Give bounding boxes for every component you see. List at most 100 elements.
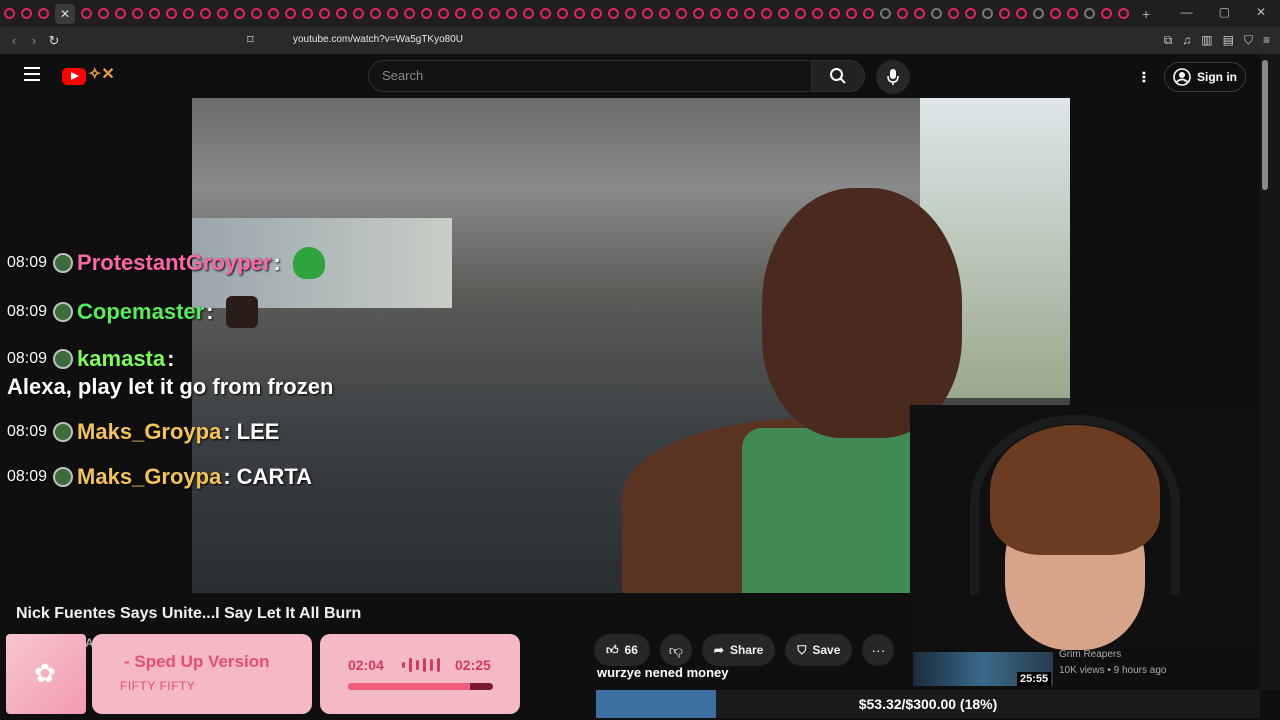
- menu-icon[interactable]: ≡: [1263, 33, 1270, 48]
- browser-tab[interactable]: [370, 8, 381, 19]
- browser-tab[interactable]: [1050, 8, 1061, 19]
- maximize-icon[interactable]: ▢: [1219, 5, 1230, 19]
- extensions-icon[interactable]: ⧉: [1164, 33, 1173, 48]
- like-button[interactable]: 👍︎ 66: [594, 634, 650, 666]
- browser-tab[interactable]: [914, 8, 925, 19]
- dislike-button[interactable]: 👎︎: [659, 634, 692, 666]
- browser-tab[interactable]: [863, 8, 874, 19]
- browser-tab[interactable]: [523, 8, 534, 19]
- browser-tab[interactable]: [846, 8, 857, 19]
- browser-tab[interactable]: [574, 8, 585, 19]
- browser-tab[interactable]: [812, 8, 823, 19]
- browser-tab[interactable]: [1016, 8, 1027, 19]
- browser-tab[interactable]: [744, 8, 755, 19]
- browser-tab[interactable]: [676, 8, 687, 19]
- browser-tab[interactable]: [455, 8, 466, 19]
- shield-icon[interactable]: ⛉: [1244, 33, 1253, 48]
- browser-tab[interactable]: [931, 8, 942, 19]
- browser-tab[interactable]: [183, 8, 194, 19]
- scrollbar-thumb[interactable]: [1262, 60, 1268, 190]
- browser-tab[interactable]: [336, 8, 347, 19]
- minimize-icon[interactable]: —: [1181, 5, 1193, 19]
- browser-tab[interactable]: [948, 8, 959, 19]
- browser-tab[interactable]: [115, 8, 126, 19]
- browser-tab[interactable]: [591, 8, 602, 19]
- browser-tab[interactable]: [319, 8, 330, 19]
- browser-tab[interactable]: [659, 8, 670, 19]
- chat-username[interactable]: ProtestantGroyper: [77, 249, 271, 277]
- more-options-icon[interactable]: ···: [1132, 71, 1153, 83]
- sign-in-button[interactable]: Sign in: [1164, 62, 1246, 92]
- browser-tab[interactable]: [98, 8, 109, 19]
- forward-icon[interactable]: ›: [24, 33, 44, 48]
- sidebar-icon[interactable]: ▥: [1201, 33, 1212, 48]
- browser-tab[interactable]: [999, 8, 1010, 19]
- browser-tab[interactable]: [234, 8, 245, 19]
- browser-tab[interactable]: [4, 8, 15, 19]
- voice-search-button[interactable]: [876, 60, 910, 94]
- browser-tab[interactable]: [489, 8, 500, 19]
- browser-tab[interactable]: [1118, 8, 1129, 19]
- browser-tab[interactable]: [982, 8, 993, 19]
- browser-tab[interactable]: [38, 8, 49, 19]
- browser-tab[interactable]: [1067, 8, 1078, 19]
- browser-tab[interactable]: [251, 8, 262, 19]
- chat-username[interactable]: Maks_Groypa: [77, 418, 221, 446]
- active-tab[interactable]: ✕: [55, 3, 75, 24]
- browser-tab[interactable]: [285, 8, 296, 19]
- browser-tab[interactable]: [353, 8, 364, 19]
- back-icon[interactable]: ‹: [4, 33, 24, 48]
- chat-username[interactable]: kamasta: [77, 345, 165, 373]
- recommendation-title[interactable]: Grim Reapers: [1059, 649, 1121, 660]
- browser-tab[interactable]: [506, 8, 517, 19]
- youtube-logo-icon[interactable]: [62, 68, 86, 85]
- browser-tab[interactable]: [1101, 8, 1112, 19]
- media-icon[interactable]: ♫: [1182, 33, 1191, 48]
- save-button[interactable]: ⛉ Save: [785, 634, 853, 666]
- browser-tab[interactable]: [965, 8, 976, 19]
- browser-tab[interactable]: [1033, 8, 1044, 19]
- browser-tab[interactable]: [778, 8, 789, 19]
- browser-tab[interactable]: [829, 8, 840, 19]
- browser-tab[interactable]: [642, 8, 653, 19]
- browser-tab[interactable]: [166, 8, 177, 19]
- address-bar[interactable]: youtube.com/watch?v=Wa5gTKyo80U: [293, 34, 463, 45]
- chat-username[interactable]: Copemaster: [77, 298, 204, 326]
- share-button[interactable]: ➦ Share: [701, 634, 776, 666]
- hamburger-menu-icon[interactable]: [24, 67, 40, 81]
- browser-tab[interactable]: [268, 8, 279, 19]
- browser-tab[interactable]: [540, 8, 551, 19]
- browser-tab[interactable]: [21, 8, 32, 19]
- browser-tab[interactable]: [438, 8, 449, 19]
- more-actions-button[interactable]: ···: [862, 634, 895, 666]
- new-tab-button[interactable]: +: [1142, 6, 1150, 22]
- browser-tab[interactable]: [421, 8, 432, 19]
- browser-tab[interactable]: [387, 8, 398, 19]
- browser-tab[interactable]: [795, 8, 806, 19]
- bookmark-icon[interactable]: ⌑: [247, 32, 254, 48]
- browser-tab[interactable]: [149, 8, 160, 19]
- browser-tab[interactable]: [81, 8, 92, 19]
- close-window-icon[interactable]: ✕: [1256, 5, 1266, 19]
- browser-tab[interactable]: [693, 8, 704, 19]
- browser-tab[interactable]: [557, 8, 568, 19]
- browser-tab[interactable]: [200, 8, 211, 19]
- browser-tab[interactable]: [1084, 8, 1095, 19]
- doodle-logo-icon[interactable]: ✧✕: [88, 64, 115, 84]
- browser-tab[interactable]: [302, 8, 313, 19]
- search-button[interactable]: [811, 60, 865, 92]
- browser-tab[interactable]: [880, 8, 891, 19]
- browser-tab[interactable]: [761, 8, 772, 19]
- browser-tab[interactable]: [404, 8, 415, 19]
- browser-tab[interactable]: [625, 8, 636, 19]
- wallet-icon[interactable]: ▤: [1223, 33, 1234, 48]
- browser-tab[interactable]: [727, 8, 738, 19]
- browser-tab[interactable]: [897, 8, 908, 19]
- browser-tab[interactable]: [217, 8, 228, 19]
- chat-username[interactable]: Maks_Groypa: [77, 463, 221, 491]
- reload-icon[interactable]: ↻: [44, 33, 64, 49]
- browser-tab[interactable]: [710, 8, 721, 19]
- search-input[interactable]: Search: [368, 60, 812, 92]
- browser-tab[interactable]: [608, 8, 619, 19]
- browser-tab[interactable]: [132, 8, 143, 19]
